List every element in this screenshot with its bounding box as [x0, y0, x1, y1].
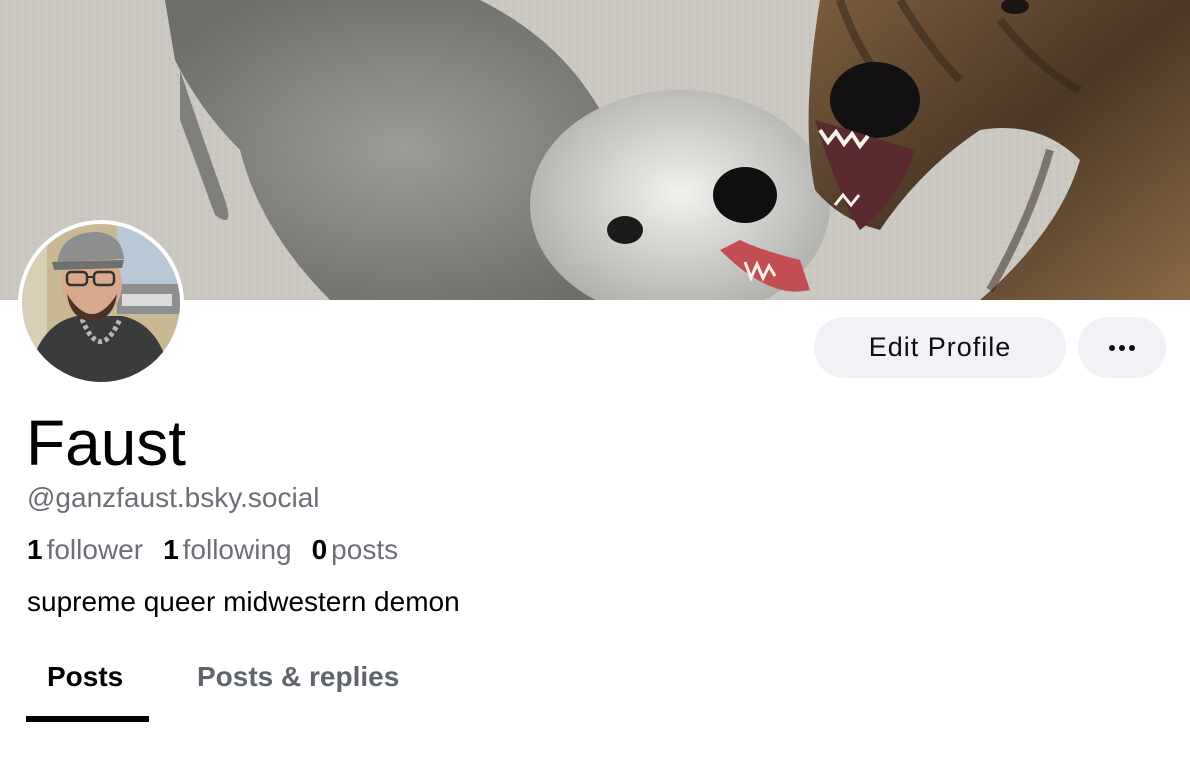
display-name: Faust	[26, 407, 187, 479]
ellipsis-icon	[1119, 344, 1125, 351]
posts-stat: 0 posts	[312, 532, 399, 568]
profile-bio: supreme queer midwestern demon	[27, 586, 460, 617]
following-label: following	[182, 534, 292, 565]
more-options-button[interactable]	[1078, 317, 1166, 378]
ellipsis-icon	[1129, 344, 1135, 351]
active-tab-indicator	[26, 716, 149, 722]
tab-posts[interactable]: Posts	[47, 659, 123, 695]
following-count: 1	[163, 534, 179, 565]
profile-stats: 1 follower 1 following 0 posts	[27, 532, 398, 568]
posts-label: posts	[331, 534, 399, 565]
avatar-image	[22, 224, 180, 382]
followers-stat[interactable]: 1 follower	[27, 532, 143, 568]
ellipsis-icon	[1109, 344, 1115, 351]
user-handle: @ganzfaust.bsky.social	[27, 482, 320, 513]
tab-posts-and-replies[interactable]: Posts & replies	[197, 659, 399, 695]
followers-label: follower	[46, 534, 144, 565]
edit-profile-button[interactable]: Edit Profile	[814, 317, 1066, 378]
following-stat[interactable]: 1 following	[163, 532, 292, 568]
posts-count: 0	[311, 534, 328, 565]
banner-image	[0, 0, 1190, 300]
profile-banner[interactable]	[0, 0, 1190, 300]
followers-count: 1	[27, 534, 43, 565]
profile-avatar[interactable]	[18, 220, 184, 386]
